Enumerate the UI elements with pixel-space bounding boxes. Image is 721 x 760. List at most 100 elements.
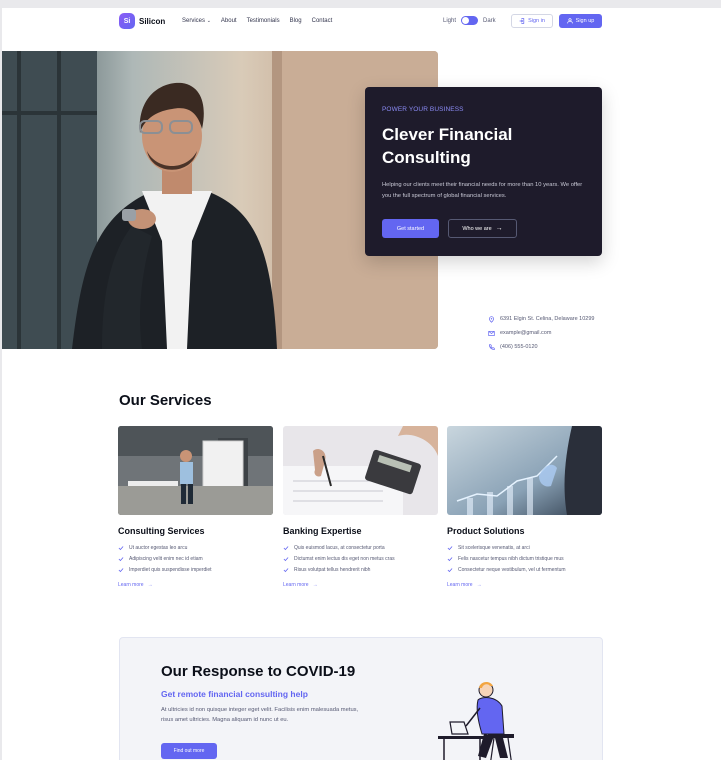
nav-link-contact[interactable]: Contact (312, 18, 333, 24)
learn-more-link[interactable]: Learn more → (283, 582, 438, 588)
services-title: Our Services (119, 392, 212, 409)
address-text: 6391 Elgin St. Celina, Delaware 10299 (500, 316, 595, 322)
contact-info: 6391 Elgin St. Celina, Delaware 10299 ex… (488, 312, 594, 354)
covid-title: Our Response to COVID-19 (161, 663, 356, 680)
service-card-products: Product Solutions Sit scelerisque venena… (447, 426, 602, 588)
contact-email: example@gmail.com (488, 326, 594, 340)
service-title: Consulting Services (118, 526, 205, 536)
covid-description: At ultricies id non quisque integer eget… (161, 707, 359, 723)
signup-button[interactable]: Sign up (559, 14, 602, 28)
list-item: Risus volutpat tellus hendrerit nibh (283, 564, 438, 575)
bullet-text: Imperdiet quis suspendisse imperdiet (129, 566, 212, 573)
nav-links: Services ⌄ About Testimonials Blog Conta… (182, 18, 332, 24)
service-bullets: Quis euismod lacus, at consectetur porta… (283, 542, 438, 575)
service-image-analytics (447, 426, 602, 515)
covid-section: Our Response to COVID-19 Get remote fina… (119, 637, 603, 760)
list-item: Quis euismod lacus, at consectetur porta (283, 542, 438, 553)
service-bullets: Ut auctor egestas leo arcu Adipiscing ve… (118, 542, 273, 575)
service-title: Banking Expertise (283, 526, 362, 536)
list-item: Felis nascetur tempus nibh dictum tristi… (447, 553, 602, 564)
learn-more-link[interactable]: Learn more → (447, 582, 602, 588)
learn-more-label: Learn more (447, 582, 473, 588)
signin-button[interactable]: Sign in (511, 14, 553, 28)
map-pin-icon (489, 315, 494, 323)
bullet-text: Felis nascetur tempus nibh dictum tristi… (458, 555, 564, 562)
logo-mark: Si (119, 13, 135, 29)
bullet-text: Adipiscing velit enim nec id etiam (129, 555, 203, 562)
bullet-text: Dictumst enim lectus dis eget non metus … (294, 555, 395, 562)
contact-phone: (406) 555-0120 (488, 340, 594, 354)
service-bullets: Sit scelerisque venenatis, at arci Felis… (447, 542, 602, 575)
phone-icon (489, 343, 495, 350)
nav-link-testimonials[interactable]: Testimonials (247, 18, 280, 24)
service-card-consulting: Consulting Services Ut auctor egestas le… (118, 426, 273, 588)
hero-title: Clever Financial Consulting (382, 125, 513, 167)
bullet-text: Consectetur neque vestibulum, vel ut fer… (458, 566, 566, 573)
covid-subtitle: Get remote financial consulting help (161, 689, 308, 699)
check-icon (447, 567, 453, 572)
bullet-text: Quis euismod lacus, at consectetur porta (294, 544, 385, 551)
hero-card: POWER YOUR BUSINESS Clever Financial Con… (365, 87, 602, 256)
who-we-are-label: Who we are (462, 225, 492, 232)
nav-link-about[interactable]: About (221, 18, 237, 24)
get-started-button[interactable]: Get started (382, 219, 439, 238)
mail-icon (488, 330, 495, 336)
office-presentation-illustration (118, 426, 273, 515)
arrow-right-icon: → (312, 582, 318, 588)
user-icon (566, 18, 573, 24)
check-icon (283, 556, 289, 561)
bullet-text: Sit scelerisque venenatis, at arci (458, 544, 530, 551)
check-icon (118, 545, 124, 550)
learn-more-link[interactable]: Learn more → (118, 582, 273, 588)
nav-link-blog[interactable]: Blog (290, 18, 302, 24)
find-out-more-button[interactable]: Find out more (161, 743, 217, 759)
service-card-banking: Banking Expertise Quis euismod lacus, at… (283, 426, 438, 588)
service-title: Product Solutions (447, 526, 525, 536)
navbar: Si Silicon Services ⌄ About Testimonials… (2, 8, 721, 36)
page: Si Silicon Services ⌄ About Testimonials… (2, 8, 721, 760)
service-image-calculator (283, 426, 438, 515)
check-icon (283, 545, 289, 550)
list-item: Consectetur neque vestibulum, vel ut fer… (447, 564, 602, 575)
learn-more-label: Learn more (283, 582, 309, 588)
calculator-illustration (283, 426, 438, 515)
check-icon (283, 567, 289, 572)
theme-light-label: Light (443, 17, 457, 24)
bullet-text: Ut auctor egestas leo arcu (129, 544, 188, 551)
brand-name: Silicon (139, 16, 166, 26)
list-item: Adipiscing velit enim nec id etiam (118, 553, 273, 564)
list-item: Ut auctor egestas leo arcu (118, 542, 273, 553)
toggle-knob (462, 17, 470, 24)
email-text[interactable]: example@gmail.com (500, 330, 551, 336)
hero-description: Helping our clients meet their financial… (382, 182, 583, 199)
theme-toggle[interactable] (461, 16, 479, 25)
nav-link-services[interactable]: Services ⌄ (182, 18, 211, 24)
hero-eyebrow: POWER YOUR BUSINESS (382, 106, 464, 113)
arrow-right-icon: → (147, 582, 153, 588)
chevron-down-icon: ⌄ (206, 18, 211, 24)
check-icon (447, 545, 453, 550)
analytics-hologram-illustration (447, 426, 602, 515)
list-item: Imperdiet quis suspendisse imperdiet (118, 564, 273, 575)
service-image-office (118, 426, 273, 515)
signup-label: Sign up (575, 18, 595, 24)
list-item: Sit scelerisque venenatis, at arci (447, 542, 602, 553)
logo[interactable]: Si Silicon (119, 13, 165, 29)
remote-work-illustration (438, 682, 514, 760)
check-icon (447, 556, 453, 561)
phone-text[interactable]: (406) 555-0120 (500, 344, 538, 350)
who-we-are-button[interactable]: Who we are → (448, 219, 517, 238)
theme-switcher: Light Dark (443, 16, 496, 25)
nav-link-label: Services (182, 18, 206, 24)
arrow-right-icon: → (476, 582, 482, 588)
check-icon (118, 556, 124, 561)
signin-label: Sign in (528, 18, 545, 24)
signin-icon (519, 18, 525, 24)
learn-more-label: Learn more (118, 582, 144, 588)
bullet-text: Risus volutpat tellus hendrerit nibh (294, 566, 371, 573)
list-item: Dictumst enim lectus dis eget non metus … (283, 553, 438, 564)
arrow-right-icon: → (495, 225, 503, 232)
theme-dark-label: Dark (483, 17, 496, 24)
check-icon (118, 567, 124, 572)
contact-address: 6391 Elgin St. Celina, Delaware 10299 (488, 312, 594, 326)
